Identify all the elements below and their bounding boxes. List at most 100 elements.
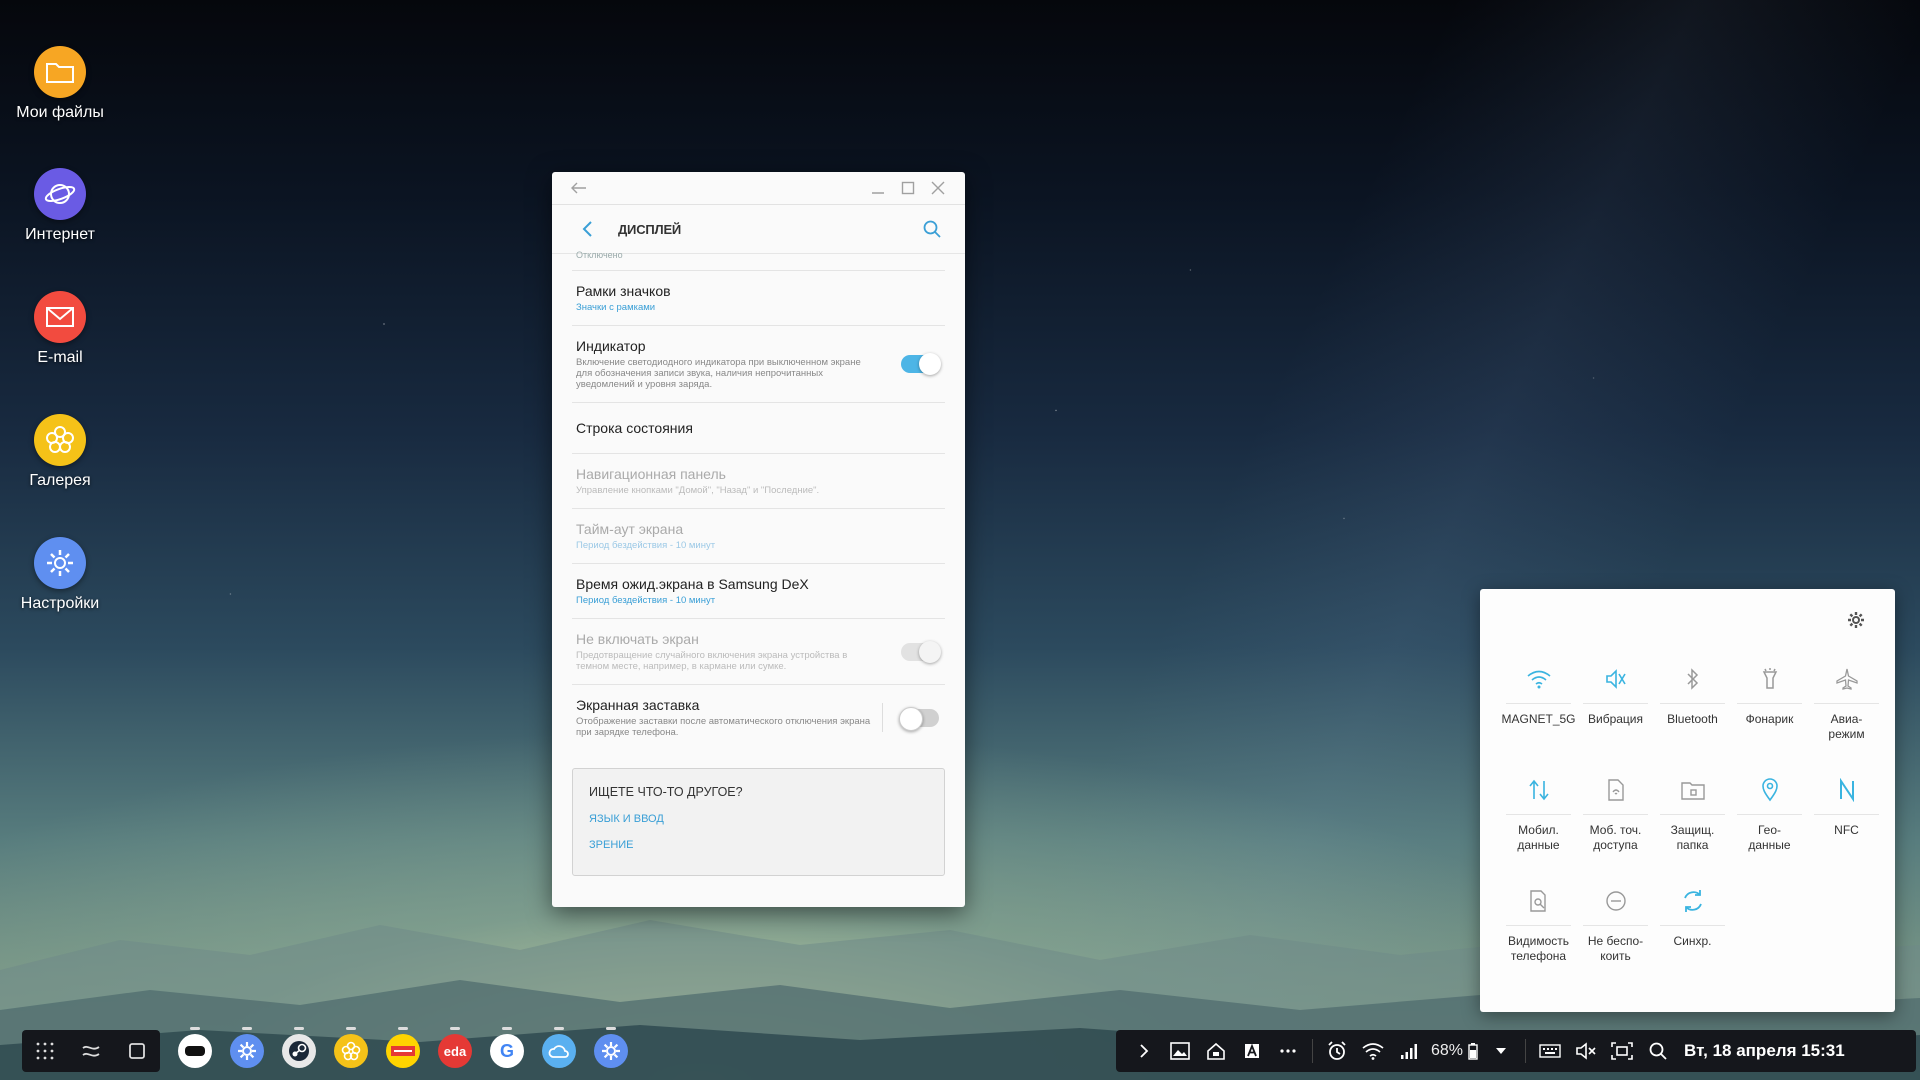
tile-label: Мобил. данные	[1517, 823, 1560, 852]
signal-status[interactable]	[1391, 1033, 1427, 1069]
volume-button[interactable]	[1568, 1033, 1604, 1069]
setting-dex-screen-timeout[interactable]: Время ожид.экрана в Samsung DeX Период б…	[572, 564, 945, 619]
link-vision[interactable]: ЗРЕНИЕ	[589, 839, 928, 851]
folder-icon	[34, 46, 86, 98]
alarm-status[interactable]	[1319, 1033, 1355, 1069]
window-titlebar[interactable]	[552, 172, 965, 205]
steam-icon	[282, 1034, 316, 1068]
setting-navigation-bar: Навигационная панель Управление кнопками…	[572, 454, 945, 509]
quick-settings-gear-button[interactable]	[1847, 611, 1865, 634]
planet-icon	[34, 168, 86, 220]
more-notifications-button[interactable]	[1270, 1033, 1306, 1069]
tile-bluetooth[interactable]: Bluetooth	[1654, 655, 1731, 766]
system-tray: 68% Вт, 18 апреля 15:31	[1116, 1030, 1916, 1072]
setting-subtitle: Управление кнопками "Домой", "Назад" и "…	[576, 485, 820, 496]
setting-title: Рамки значков	[576, 283, 671, 299]
battery-status[interactable]	[1463, 1033, 1483, 1069]
desktop-icon-email[interactable]: E-mail	[10, 291, 110, 367]
taskbar-app-gallery[interactable]	[331, 1027, 371, 1071]
taskbar-app-eda[interactable]: eda	[435, 1027, 475, 1071]
chevron-right-icon	[1140, 1044, 1149, 1058]
tile-airplane[interactable]: Авиа- режим	[1808, 655, 1885, 766]
indicator-toggle[interactable]	[901, 353, 941, 375]
desktop-icon-label: Галерея	[29, 472, 91, 489]
link-language-input[interactable]: ЯЗЫК И ВВОД	[589, 813, 928, 825]
window-minimize-button[interactable]	[863, 176, 893, 200]
tile-sync[interactable]: Синхр.	[1654, 877, 1731, 988]
tile-label: MAGNET_5G	[1501, 712, 1576, 726]
window-close-button[interactable]	[923, 176, 953, 200]
window-back-button[interactable]	[564, 176, 594, 200]
tile-wifi[interactable]: MAGNET_5G	[1500, 655, 1577, 766]
desktop-icon-internet[interactable]: Интернет	[10, 168, 110, 244]
desktop-icon-label: Мои файлы	[16, 104, 104, 121]
taskbar-app-news[interactable]	[383, 1027, 423, 1071]
taskbar-apps: eda G	[175, 1027, 643, 1072]
notification-gallery[interactable]	[1162, 1033, 1198, 1069]
apps-button[interactable]	[27, 1033, 63, 1069]
back-button[interactable]	[119, 1033, 155, 1069]
minimize-icon	[872, 192, 884, 194]
airplane-icon	[1835, 668, 1858, 690]
tile-flashlight[interactable]: Фонарик	[1731, 655, 1808, 766]
setting-title: Тайм-аут экрана	[576, 521, 684, 537]
setting-indicator[interactable]: Индикатор Включение светодиодного индика…	[572, 326, 945, 403]
tile-nfc[interactable]: NFC	[1808, 766, 1885, 877]
taskbar-app-weather[interactable]	[539, 1027, 579, 1071]
tile-vibration[interactable]: Вибрация	[1577, 655, 1654, 766]
keyboard-icon	[1539, 1044, 1561, 1058]
search-button[interactable]	[917, 217, 947, 241]
image-icon	[1170, 1042, 1190, 1060]
tile-do-not-disturb[interactable]: Не беспо- коить	[1577, 877, 1654, 988]
tile-phone-visibility[interactable]: Видимость телефона	[1500, 877, 1577, 988]
desktop-icon-my-files[interactable]: Мои файлы	[10, 46, 110, 122]
taskbar-app-settings[interactable]	[227, 1027, 267, 1071]
tile-label: Bluetooth	[1667, 712, 1718, 726]
sync-icon	[1683, 890, 1702, 912]
setting-icon-frames[interactable]: Рамки значков Значки с рамками	[572, 270, 945, 326]
tile-label: Моб. точ. доступа	[1589, 823, 1642, 852]
tile-secure-folder[interactable]: Защищ. папка	[1654, 766, 1731, 877]
taskbar-app-steam[interactable]	[279, 1027, 319, 1071]
desktop-icon-settings[interactable]: Настройки	[10, 537, 110, 613]
close-icon	[931, 181, 945, 195]
toggle-knob	[919, 353, 941, 375]
google-icon: G	[490, 1034, 524, 1068]
looking-for-something-else-card: ИЩЕТЕ ЧТО-ТО ДРУГОЕ? ЯЗЫК И ВВОД ЗРЕНИЕ	[572, 768, 945, 876]
recents-button[interactable]	[73, 1033, 109, 1069]
tile-hotspot[interactable]: Моб. точ. доступа	[1577, 766, 1654, 877]
setting-status-bar[interactable]: Строка состояния	[572, 403, 945, 454]
news-icon	[386, 1034, 420, 1068]
taskbar-app-gear-vr[interactable]	[175, 1027, 215, 1071]
hotspot-icon	[1607, 779, 1624, 801]
letter-a-icon	[1245, 1043, 1259, 1058]
screenshot-button[interactable]	[1604, 1033, 1640, 1069]
tile-mobile-data[interactable]: Мобил. данные	[1500, 766, 1577, 877]
setting-screensaver[interactable]: Экранная заставка Отображение заставки п…	[572, 685, 945, 750]
tile-label: Фонарик	[1745, 712, 1794, 726]
screensaver-toggle[interactable]	[899, 706, 939, 731]
notification-text[interactable]	[1234, 1033, 1270, 1069]
weather-icon	[542, 1034, 576, 1068]
notification-home[interactable]	[1198, 1033, 1234, 1069]
taskbar-navigation	[22, 1030, 160, 1072]
window-maximize-button[interactable]	[893, 176, 923, 200]
envelope-icon	[34, 291, 86, 343]
search-button[interactable]	[1640, 1033, 1676, 1069]
expand-notifications-button[interactable]	[1126, 1033, 1162, 1069]
quick-panel-toggle-button[interactable]	[1483, 1033, 1519, 1069]
desktop-icon-gallery[interactable]: Галерея	[10, 414, 110, 490]
maximize-icon	[901, 181, 915, 195]
flower-icon	[34, 414, 86, 466]
date-time[interactable]: Вт, 18 апреля 15:31	[1684, 1041, 1845, 1061]
screen-capture-icon	[1611, 1042, 1633, 1060]
wifi-status[interactable]	[1355, 1033, 1391, 1069]
eda-icon: eda	[438, 1034, 472, 1068]
flashlight-icon	[1762, 668, 1777, 689]
nav-back-button[interactable]	[572, 217, 602, 241]
tile-location[interactable]: Гео- данные	[1731, 766, 1808, 877]
taskbar-app-google[interactable]: G	[487, 1027, 527, 1071]
home-icon	[1207, 1042, 1225, 1060]
keyboard-button[interactable]	[1532, 1033, 1568, 1069]
taskbar-app-settings-2[interactable]	[591, 1027, 631, 1071]
